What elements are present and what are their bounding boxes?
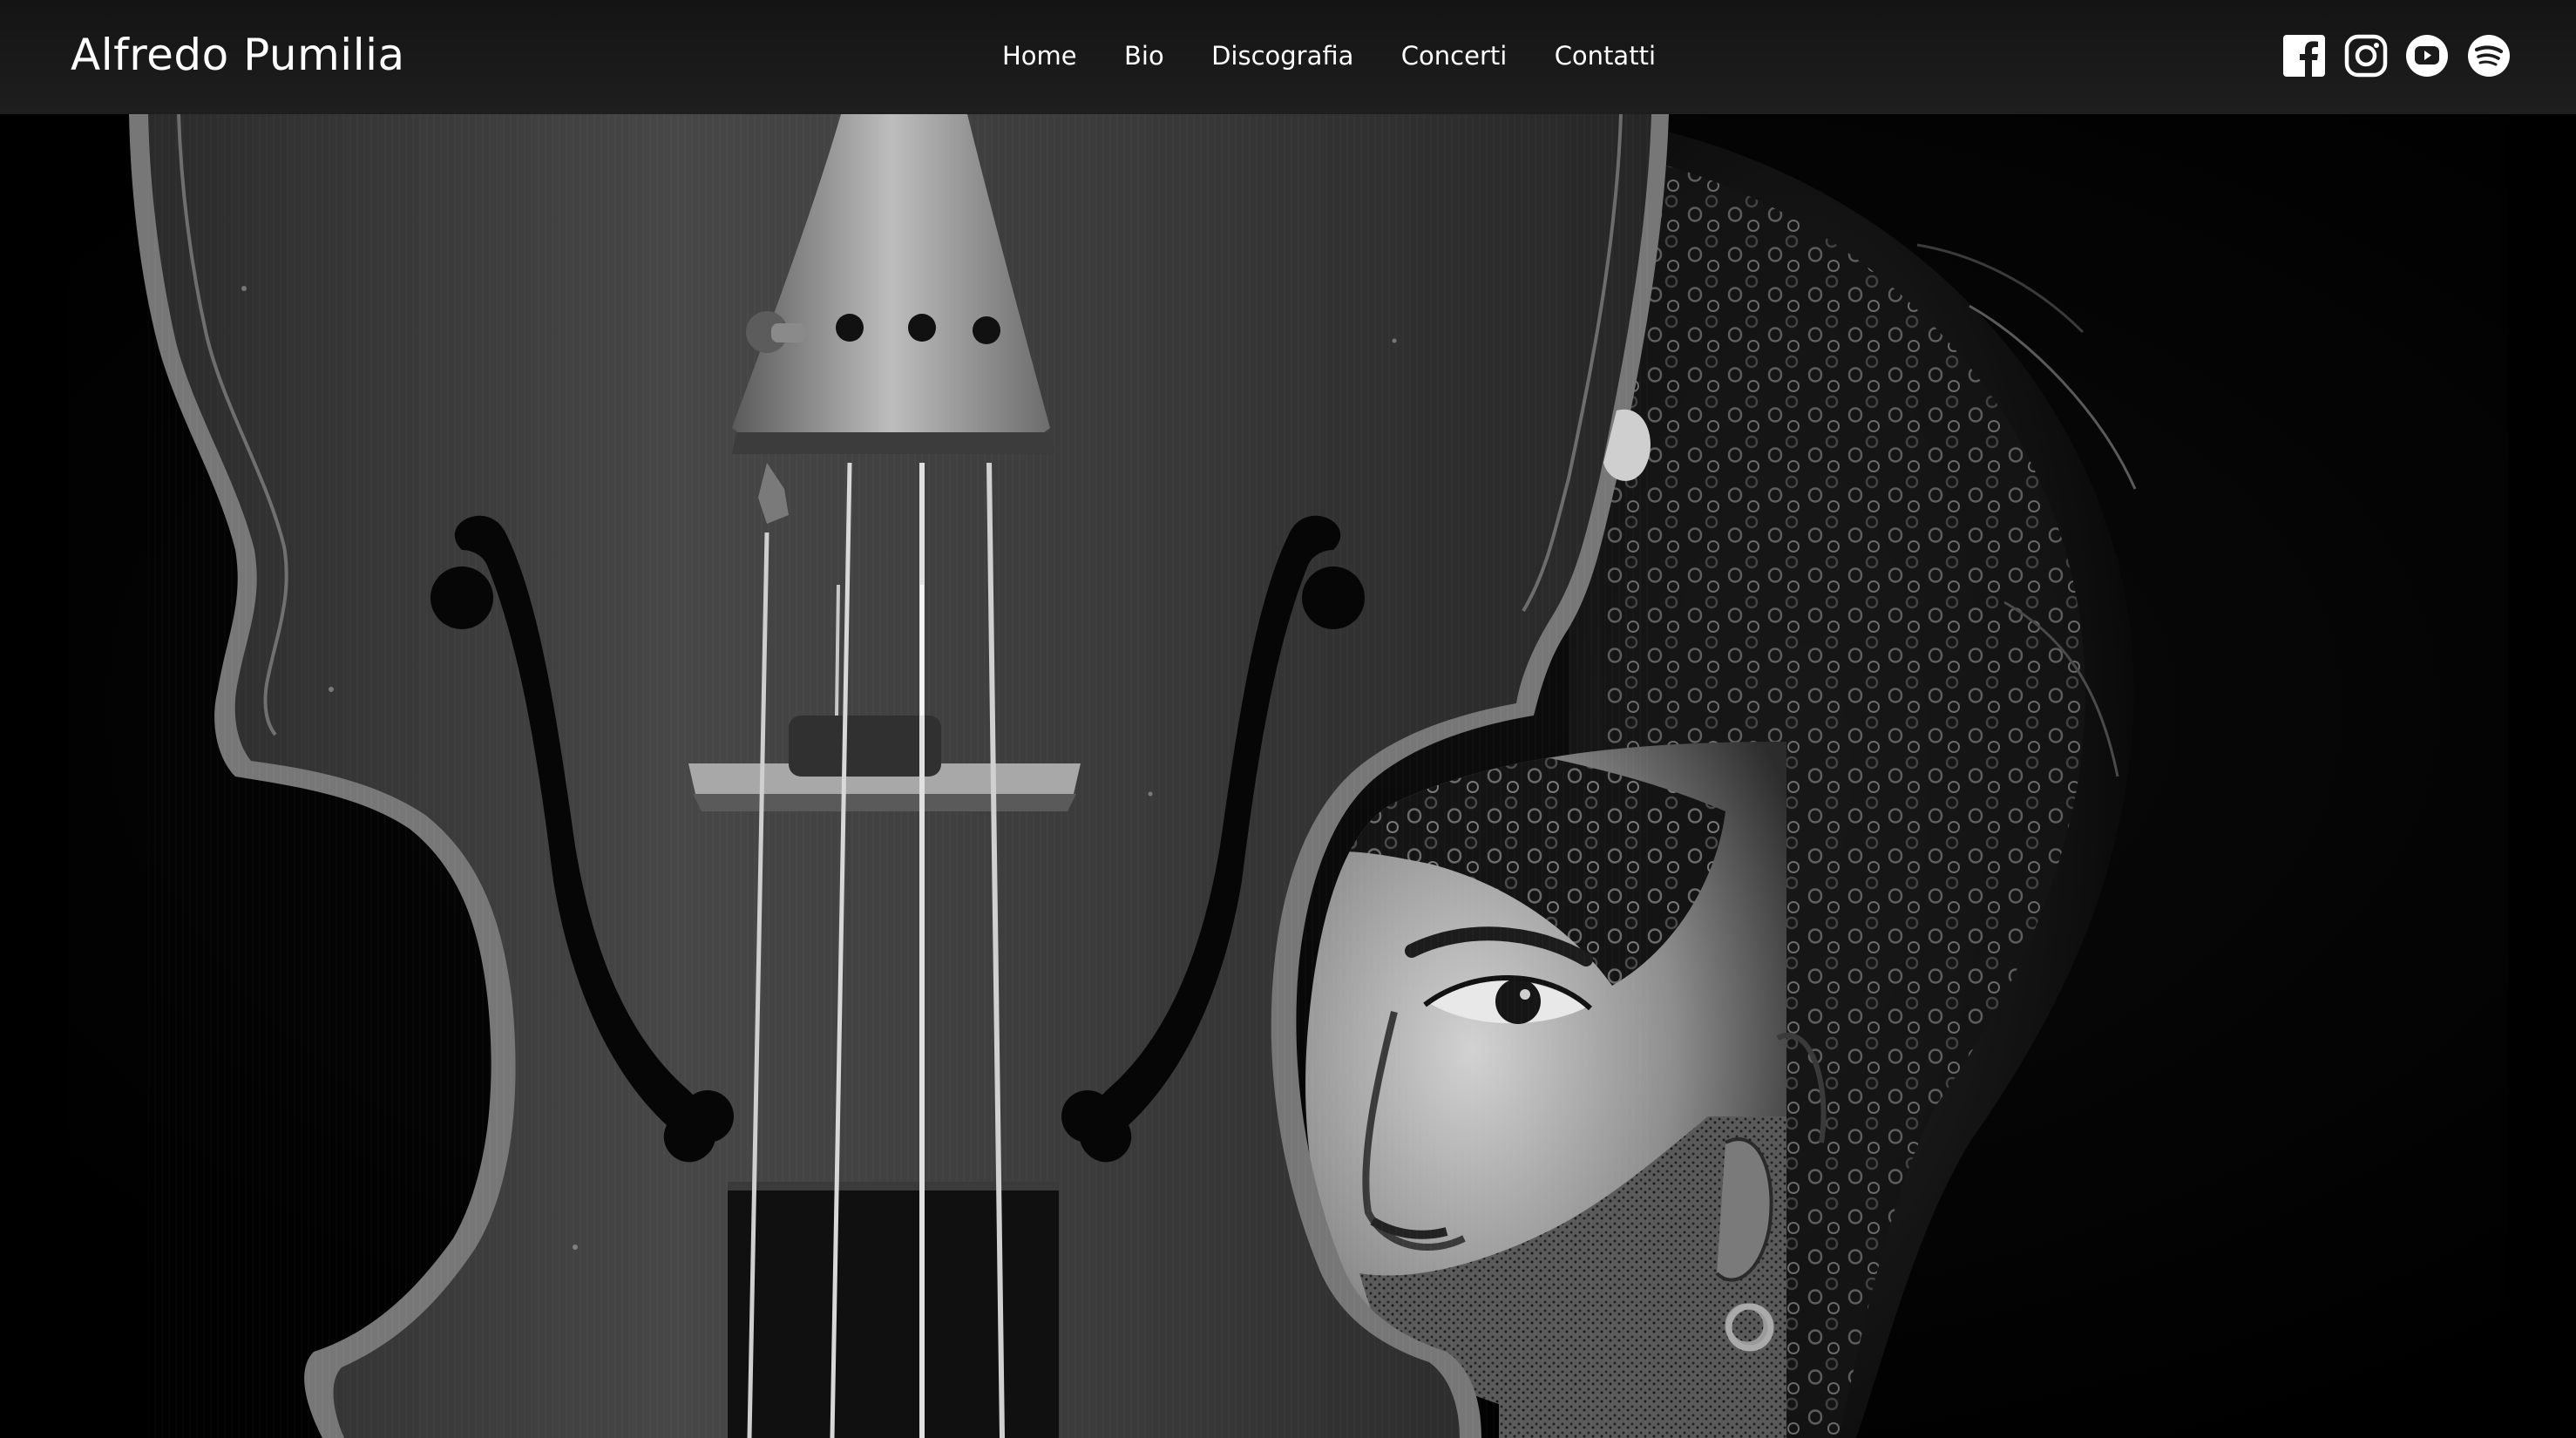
youtube-icon[interactable] — [2404, 33, 2450, 78]
nav-discografia-link[interactable]: Discografia — [1211, 41, 1353, 71]
violin-portrait-illustration — [0, 114, 2576, 1438]
instagram-icon[interactable] — [2343, 33, 2389, 78]
nav-contatti-link[interactable]: Contatti — [1555, 41, 1656, 71]
spotify-icon[interactable] — [2466, 33, 2512, 78]
site-header: Alfredo Pumilia Home Bio Discografia Con… — [0, 0, 2576, 114]
hero-photo — [0, 114, 2576, 1438]
social-links — [2281, 33, 2512, 78]
page: Alfredo Pumilia Home Bio Discografia Con… — [0, 0, 2576, 1438]
site-logo-title[interactable]: Alfredo Pumilia — [71, 26, 405, 84]
facebook-icon[interactable] — [2281, 33, 2327, 78]
nav-bio-link[interactable]: Bio — [1124, 41, 1164, 71]
main-navigation: Home Bio Discografia Concerti Contatti — [1002, 0, 1656, 112]
nav-home-link[interactable]: Home — [1002, 41, 1077, 71]
nav-concerti-link[interactable]: Concerti — [1401, 41, 1508, 71]
